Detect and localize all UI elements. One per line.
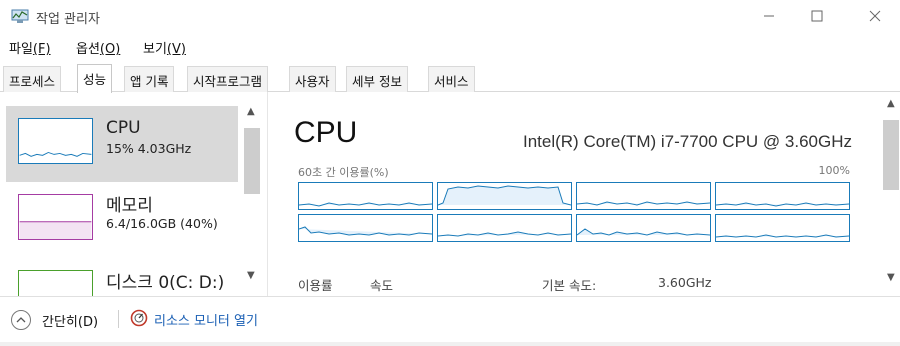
menu-file-label: 파일 [9,42,33,57]
sidebar-item-subtitle: 6.4/16.0GB (40%) [106,216,218,231]
footer-bar: 간단히(D) 리소스 모니터 열기 [0,296,900,342]
menu-view[interactable]: 보기(V) [143,38,186,57]
close-icon [869,10,881,22]
base-speed-label: 기본 속도: [542,278,597,293]
open-resource-monitor-link[interactable]: 리소스 모니터 열기 [154,310,258,329]
utilization-label: 이용률 [298,278,333,293]
minimize-icon [764,15,774,17]
core-graph [437,182,572,210]
menu-options-accel: (O) [99,42,121,57]
core-graph [576,214,711,242]
menu-options[interactable]: 옵션(O) [76,38,120,57]
scroll-up-icon[interactable]: ▲ [247,106,255,117]
collapse-button[interactable]: 간단히(D) [42,311,98,330]
main-scrollbar[interactable]: ▲ ▼ [882,92,900,296]
tab-processes[interactable]: 프로세스 [3,66,62,92]
sidebar-item-subtitle: 15% 4.03GHz [106,141,192,156]
tab-users[interactable]: 사용자 [289,66,336,92]
performance-panel: CPU 15% 4.03GHz 메모리 6.4/16.0GB (40%) 디스크… [0,92,900,296]
tab-performance[interactable]: 성능 [77,64,113,93]
sidebar-item-cpu[interactable]: CPU 15% 4.03GHz [6,106,238,182]
sidebar-item-disk[interactable]: 디스크 0(C: D:) [6,258,238,296]
title-bar: 작업 관리자 [0,0,900,32]
minimize-button[interactable] [746,0,792,32]
scroll-down-icon[interactable]: ▼ [887,272,895,283]
base-speed-value: 3.60GHz [658,275,712,290]
menu-options-label: 옵션 [76,42,100,57]
page-title: CPU [294,116,358,149]
menu-file[interactable]: 파일(F) [9,38,51,57]
chevron-up-icon[interactable] [11,310,31,330]
window-title: 작업 관리자 [36,12,100,27]
tab-startup[interactable]: 시작프로그램 [187,66,269,92]
tab-services[interactable]: 서비스 [428,66,475,92]
tab-bar: 프로세스 성능 앱 기록 시작프로그램 사용자 세부 정보 서비스 [0,64,900,93]
sidebar-item-memory[interactable]: 메모리 6.4/16.0GB (40%) [6,182,238,258]
core-graph [298,182,433,210]
logical-processor-graphs [298,182,850,244]
utilization-max-label: 100% [818,164,850,177]
cpu-detail: CPU Intel(R) Core(TM) i7-7700 CPU @ 3.60… [280,92,880,296]
cpu-thumbnail-graph [18,118,93,164]
sidebar-item-title: 디스크 0(C: D:) [106,273,225,293]
divider [118,310,119,328]
memory-thumbnail-graph [18,194,93,240]
disk-thumbnail-graph [18,270,93,296]
core-graph [715,214,850,242]
tab-details[interactable]: 세부 정보 [346,66,408,92]
cpu-model: Intel(R) Core(TM) i7-7700 CPU @ 3.60GHz [522,132,852,151]
tab-app-history[interactable]: 앱 기록 [124,66,175,92]
core-graph [298,214,433,242]
scroll-up-icon[interactable]: ▲ [887,98,895,109]
menu-file-accel: (F) [32,42,51,57]
maximize-icon [811,10,823,22]
menu-view-accel: (V) [166,42,186,57]
menu-view-label: 보기 [143,42,167,57]
maximize-button[interactable] [794,0,840,32]
sidebar-item-title: 메모리 [106,196,153,216]
close-button[interactable] [852,0,898,32]
task-manager-icon [11,9,29,23]
window-border [0,342,900,346]
resource-sidebar: CPU 15% 4.03GHz 메모리 6.4/16.0GB (40%) 디스크… [0,92,268,296]
core-graph [437,214,572,242]
menu-bar: 파일(F) 옵션(O) 보기(V) [0,34,900,58]
core-graph [576,182,711,210]
speed-label: 속도 [370,278,394,293]
sidebar-scrollbar[interactable]: ▲ ▼ [244,106,260,286]
scroll-down-icon[interactable]: ▼ [247,270,255,281]
utilization-axis-label: 60초 간 이용률(%) [298,166,389,179]
sidebar-item-title: CPU [106,118,141,138]
scroll-thumb[interactable] [244,128,260,194]
core-graph [715,182,850,210]
resource-monitor-icon[interactable] [130,309,148,327]
scroll-thumb[interactable] [883,120,899,190]
